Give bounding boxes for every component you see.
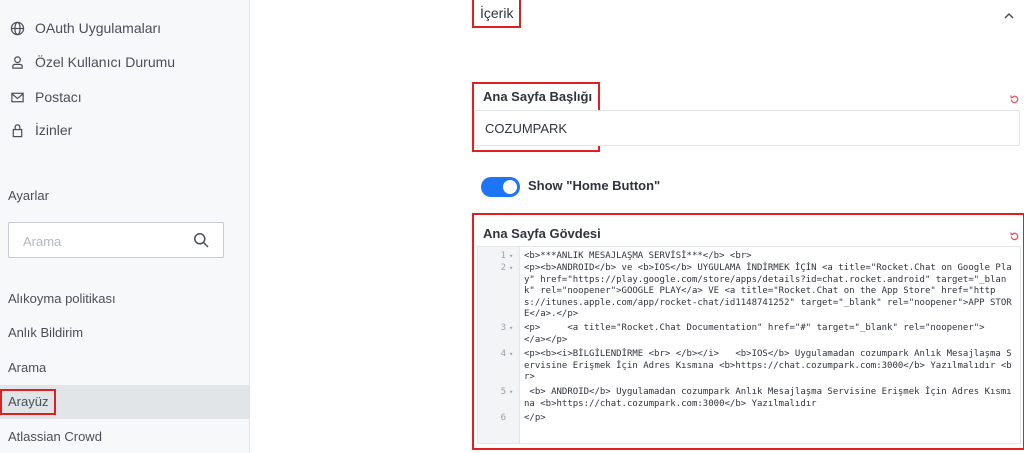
search-icon[interactable]: [193, 232, 209, 248]
user-icon: [9, 54, 25, 70]
fold-arrow-icon[interactable]: ▾: [509, 387, 513, 399]
code-text: </p>: [524, 413, 546, 423]
home-body-label: Ana Sayfa Gövdesi: [483, 226, 601, 241]
lock-icon: [9, 122, 25, 138]
globe-icon: [9, 20, 25, 36]
sidebar-item-oauth[interactable]: OAuth Uygulamaları: [9, 16, 161, 40]
mail-icon: [9, 89, 25, 105]
line-number: 5: [500, 387, 506, 397]
home-title-label: Ana Sayfa Başlığı: [483, 89, 593, 104]
line-number: 6: [500, 413, 506, 423]
reset-icon[interactable]: [1009, 229, 1020, 241]
settings-item-push[interactable]: Anlık Bildirim: [8, 322, 83, 344]
fold-arrow-icon[interactable]: ▾: [509, 263, 513, 275]
code-text: <p><b><i>BİLGİLENDİRME <br> </b></i> <b>…: [524, 349, 1012, 382]
code-text: <p><b>ANDROID</b> ve <b>IOS</b> UYGULAMA…: [524, 263, 1012, 319]
sidebar-item-label: OAuth Uygulamaları: [35, 20, 162, 36]
code-text: <p> <a title="Rocket.Chat Documentation"…: [524, 323, 1021, 345]
search-input[interactable]: [21, 223, 185, 259]
chevron-up-icon[interactable]: [1003, 8, 1015, 19]
code-text: <b>***ANLIK MESAJLAŞMA SERVİSİ***</b> <b…: [524, 251, 752, 261]
reset-icon[interactable]: [1009, 92, 1020, 104]
section-title-content[interactable]: İçerik: [472, 0, 522, 28]
sidebar-item-custom-status[interactable]: Özel Kullanıcı Durumu: [9, 50, 175, 74]
settings-search: [8, 222, 224, 259]
line-number: 4: [500, 349, 506, 359]
home-title-input[interactable]: COZUMPARK: [474, 110, 1020, 146]
line-number: 2: [500, 263, 506, 273]
settings-section-title: Ayarlar: [8, 188, 49, 203]
settings-item-atlassian-crowd[interactable]: Atlassian Crowd: [8, 426, 102, 448]
fold-arrow-icon[interactable]: ▾: [509, 349, 513, 361]
sidebar-item-label: Özel Kullanıcı Durumu: [35, 54, 176, 70]
fold-arrow-icon[interactable]: ▾: [509, 251, 513, 263]
line-number: 1: [500, 251, 506, 261]
fold-arrow-icon[interactable]: ▾: [509, 323, 513, 335]
sidebar-item-label: İzinler: [35, 122, 73, 138]
show-home-button-label: Show "Home Button": [528, 178, 661, 193]
code-text: <b> ANDROID</b> Uygulamadan cozumpark An…: [524, 387, 1012, 409]
settings-item-layout[interactable]: Arayüz: [0, 389, 57, 415]
toggle-knob: [503, 180, 517, 194]
show-home-button-toggle[interactable]: [481, 177, 520, 197]
sidebar-item-label: Postacı: [35, 89, 82, 105]
settings-item-search[interactable]: Arama: [8, 357, 46, 379]
settings-item-retention-policy[interactable]: Alıkoyma politikası: [8, 288, 116, 310]
sidebar-item-mailer[interactable]: Postacı: [9, 85, 82, 109]
sidebar: OAuth Uygulamaları Özel Kullanıcı Durumu…: [0, 0, 250, 453]
sidebar-item-permissions[interactable]: İzinler: [9, 118, 72, 142]
code-editor[interactable]: 1 ▾ <b>***ANLIK MESAJLAŞMA SERVİSİ***</b…: [477, 246, 1021, 444]
line-number: 3: [500, 323, 506, 333]
